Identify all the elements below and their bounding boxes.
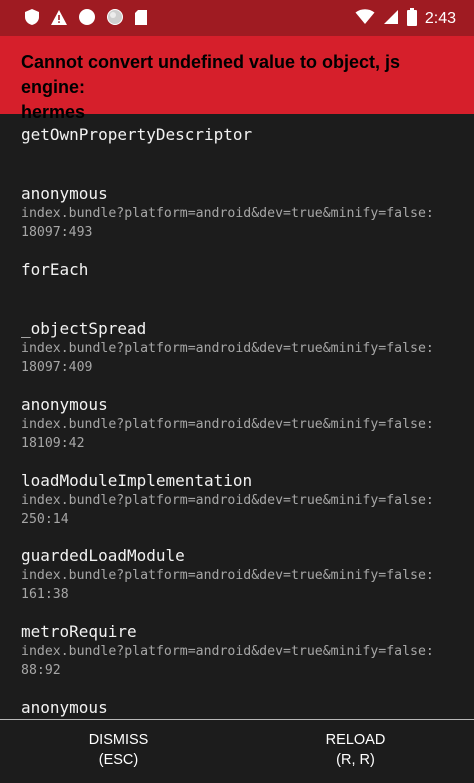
frame-method: metroRequire <box>21 622 137 641</box>
circle-icon <box>78 8 96 30</box>
frame-method: anonymous <box>21 184 108 203</box>
frame-method: anonymous <box>21 395 108 414</box>
stack-trace-list[interactable]: getOwnPropertyDescriptor anonymous index… <box>0 114 474 720</box>
stack-frame[interactable]: getOwnPropertyDescriptor <box>21 125 252 145</box>
sd-card-icon <box>134 9 148 30</box>
frame-location-line: 161:38 <box>21 587 69 602</box>
frame-location-line: 18097:493 <box>21 225 93 240</box>
stack-frame[interactable]: metroRequire index.bundle?platform=andro… <box>21 622 434 680</box>
reload-label: RELOAD <box>325 732 386 748</box>
status-bar: 2:43 <box>0 0 474 36</box>
frame-method: anonymous <box>21 698 108 717</box>
signal-icon <box>383 9 399 29</box>
stack-frame[interactable]: forEach <box>21 260 88 280</box>
dismiss-label: DISMISS <box>88 732 149 748</box>
dismiss-shortcut: (ESC) <box>98 752 139 768</box>
frame-location-line: 18097:409 <box>21 360 93 375</box>
frame-method: guardedLoadModule <box>21 546 185 565</box>
shield-icon <box>24 8 40 30</box>
warning-icon <box>50 9 68 30</box>
frame-location: index.bundle?platform=android&dev=true&m… <box>21 493 434 508</box>
frame-location-line: 250:14 <box>21 512 69 527</box>
footer: DISMISS (ESC) RELOAD (R, R) <box>0 720 474 783</box>
frame-method: getOwnPropertyDescriptor <box>21 125 253 144</box>
frame-location-line: 88:92 <box>21 663 61 678</box>
battery-icon <box>406 8 417 30</box>
status-right: 2:43 <box>355 8 456 30</box>
frame-method: forEach <box>21 260 89 279</box>
stack-frame[interactable]: anonymous index.bundle?platform=android&… <box>21 395 434 453</box>
frame-location: index.bundle?platform=android&dev=true&m… <box>21 644 434 659</box>
stack-frame[interactable]: loadModuleImplementation index.bundle?pl… <box>21 471 434 529</box>
wifi-icon <box>355 9 375 29</box>
reload-shortcut: (R, R) <box>336 752 375 768</box>
frame-method: loadModuleImplementation <box>21 471 253 490</box>
status-time: 2:43 <box>424 10 456 27</box>
circle-outline-icon <box>106 8 124 30</box>
frame-location: index.bundle?platform=android&dev=true&m… <box>21 206 434 221</box>
status-left-icons <box>24 8 148 30</box>
stack-frame[interactable]: anonymous index.bundle?platform=android&… <box>21 184 434 242</box>
stack-frame[interactable]: guardedLoadModule index.bundle?platform=… <box>21 546 434 604</box>
stack-frame[interactable]: anonymous <box>21 698 108 718</box>
frame-method: _objectSpread <box>21 319 147 338</box>
stack-frame[interactable]: _objectSpread index.bundle?platform=andr… <box>21 319 434 377</box>
frame-location-line: 18109:42 <box>21 436 85 451</box>
dismiss-button[interactable]: DISMISS (ESC) <box>0 730 237 770</box>
frame-location: index.bundle?platform=android&dev=true&m… <box>21 568 434 583</box>
frame-location: index.bundle?platform=android&dev=true&m… <box>21 341 434 356</box>
frame-location: index.bundle?platform=android&dev=true&m… <box>21 417 434 432</box>
error-title-line-1: Cannot convert undefined value to object… <box>21 52 401 97</box>
reload-button[interactable]: RELOAD (R, R) <box>237 730 474 770</box>
